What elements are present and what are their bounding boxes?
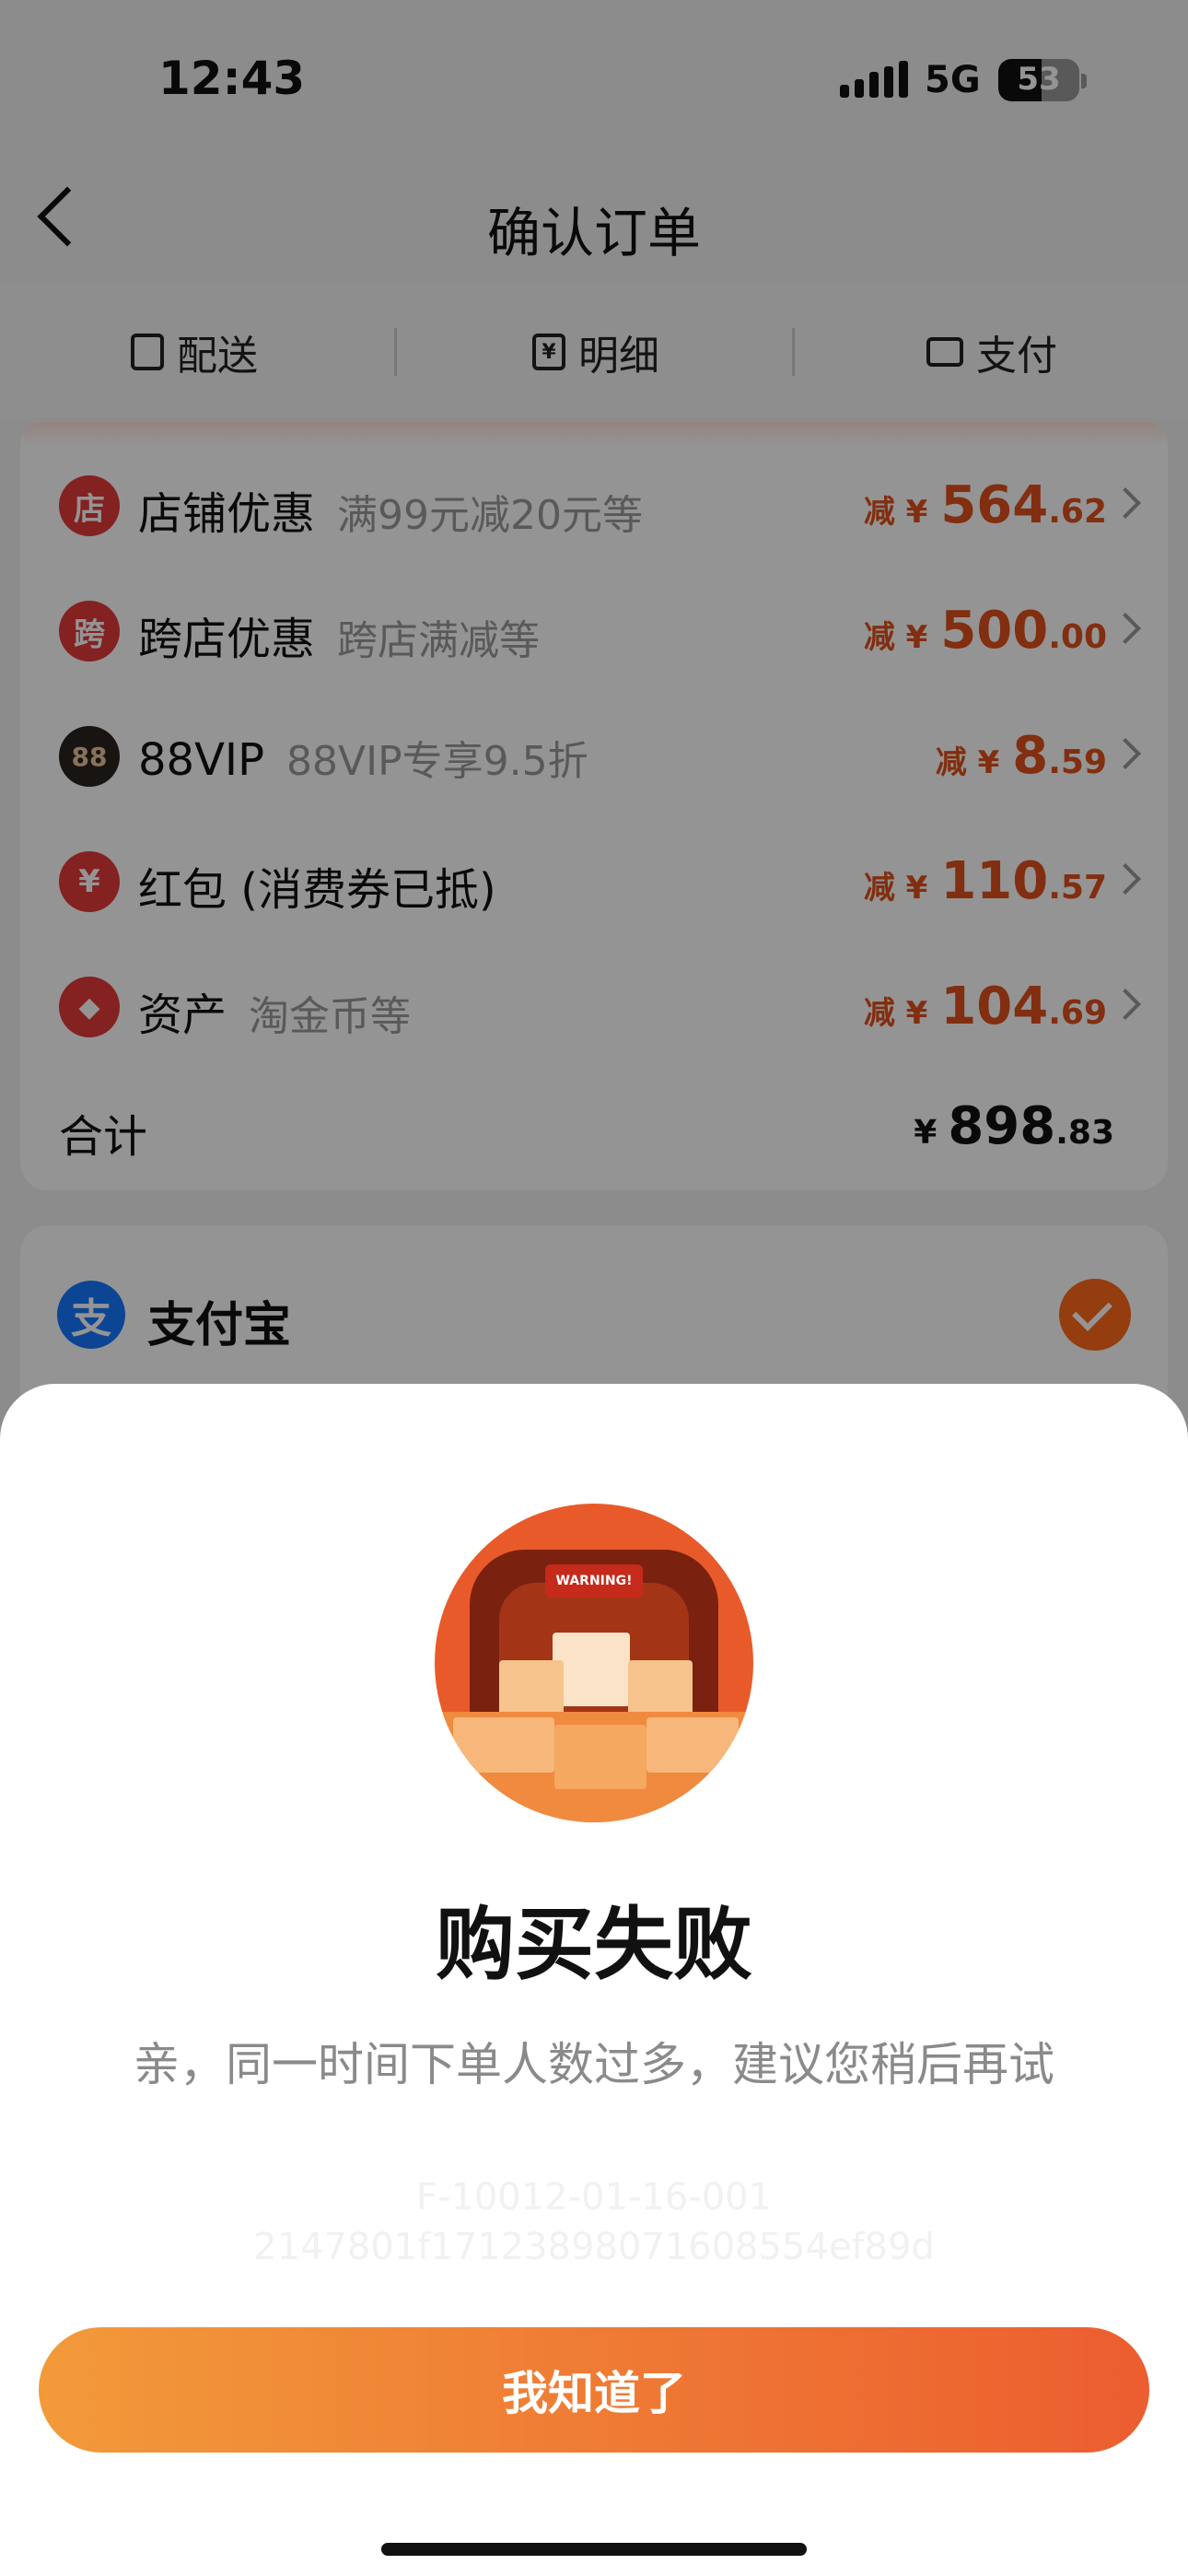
package-box: [553, 1633, 630, 1706]
error-title: 购买失败: [436, 1899, 752, 1991]
package-box: [554, 1725, 646, 1789]
package-box: [453, 1717, 554, 1773]
trace-id: 2147801f1712389807160855​4ef89d: [253, 2226, 935, 2268]
package-box: [646, 1717, 739, 1773]
error-code: F-10012-01-16-001: [415, 2176, 773, 2219]
warning-sign: WARNING!: [545, 1564, 643, 1598]
package-box: [499, 1660, 564, 1715]
warning-truck-illustration: WARNING!: [435, 1504, 753, 1822]
package-box: [628, 1660, 693, 1715]
error-message: 亲，同一时间下单人数过多，建议您稍后再试: [134, 2038, 1054, 2091]
home-indicator[interactable]: [381, 2543, 807, 2556]
acknowledge-button[interactable]: 我知道了: [39, 2327, 1149, 2453]
